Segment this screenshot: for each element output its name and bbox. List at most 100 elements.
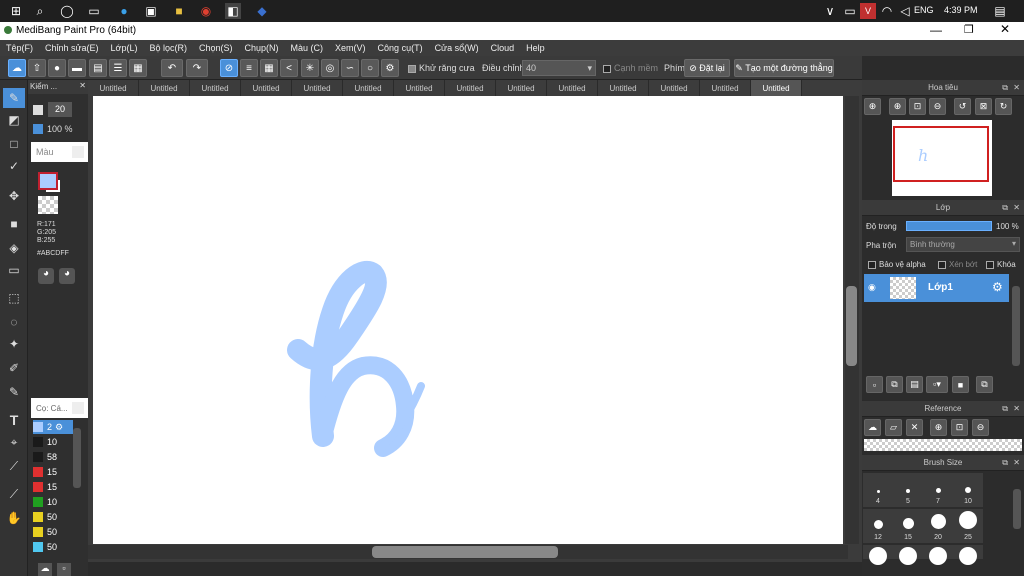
- protect-alpha-checkbox[interactable]: Bảo vệ alpha: [868, 260, 926, 269]
- menu-edit[interactable]: Chỉnh sửa(E): [39, 43, 105, 53]
- chat-icon[interactable]: ●: [48, 59, 66, 77]
- folder-icon[interactable]: ■: [952, 376, 969, 393]
- close-icon[interactable]: ✕: [1013, 458, 1020, 467]
- gear-icon[interactable]: ⚙: [992, 280, 1003, 294]
- operation-tool-icon[interactable]: ⌖: [3, 432, 25, 452]
- palette-icon[interactable]: ◕: [38, 268, 54, 284]
- horizontal-scrollbar-thumb[interactable]: [372, 546, 558, 558]
- brush-size-option[interactable]: [953, 545, 983, 565]
- gear-icon[interactable]: ⚙: [55, 422, 63, 433]
- new-brush-icon[interactable]: ▫: [57, 563, 71, 576]
- menu-view[interactable]: Xem(V): [329, 43, 372, 53]
- close-icon[interactable]: ✕: [79, 81, 86, 90]
- brush-list-item[interactable]: 10: [33, 495, 73, 509]
- document-tab[interactable]: Untitled: [394, 80, 445, 96]
- brush-list-item[interactable]: 50: [33, 525, 73, 539]
- brush-size-option[interactable]: 10: [953, 473, 983, 507]
- copy-layer-icon[interactable]: ⧉: [886, 376, 903, 393]
- blend-mode-dropdown[interactable]: Bình thường ▾: [906, 237, 1020, 252]
- canh-mem-checkbox[interactable]: Cạnh mềm: [603, 63, 658, 73]
- brush-size-option[interactable]: 15: [893, 509, 923, 543]
- select-rect-tool-icon[interactable]: ⬚: [3, 288, 25, 308]
- duplicate-icon[interactable]: ⧉: [976, 376, 993, 393]
- select-eraser-tool-icon[interactable]: ✎: [3, 382, 25, 402]
- cloud-brush-icon[interactable]: ☁: [38, 563, 52, 576]
- concentric-icon[interactable]: ◎: [321, 59, 339, 77]
- document-tab[interactable]: Untitled: [292, 80, 343, 96]
- bucket-tool-icon[interactable]: ◈: [3, 238, 25, 258]
- correction-dropdown[interactable]: 40 ▾: [522, 60, 596, 76]
- add-layer-menu-icon[interactable]: ▫▾: [926, 376, 948, 393]
- brush-size-option[interactable]: 20: [923, 509, 953, 543]
- text-tool-icon[interactable]: T: [3, 410, 25, 430]
- menu-tools[interactable]: Công cụ(T): [372, 43, 429, 53]
- radial-snap-icon[interactable]: <: [280, 59, 298, 77]
- upload-icon[interactable]: ⇧: [28, 59, 46, 77]
- document-tab[interactable]: Untitled: [343, 80, 394, 96]
- brush-list-item[interactable]: 50: [33, 510, 73, 524]
- lasso-tool-icon[interactable]: ◌: [3, 312, 25, 332]
- lock-checkbox[interactable]: Khóa: [986, 260, 1016, 269]
- brush-list-item[interactable]: 15: [33, 465, 73, 479]
- brush-list-item[interactable]: 15: [33, 480, 73, 494]
- layer-scrollbar[interactable]: [1012, 286, 1020, 366]
- notification-icon[interactable]: ▤: [992, 3, 1008, 19]
- edge-icon[interactable]: ●: [116, 3, 132, 19]
- redo-icon[interactable]: ↷: [186, 59, 208, 77]
- task-view-icon[interactable]: ▭: [86, 3, 102, 19]
- popout-icon[interactable]: ⧉: [1002, 83, 1008, 93]
- store-icon[interactable]: ▣: [143, 3, 159, 19]
- menu-color[interactable]: Màu (C): [285, 43, 330, 53]
- dot-tool-icon[interactable]: □: [3, 134, 25, 154]
- ellipse-snap-icon[interactable]: ○: [361, 59, 379, 77]
- document-tab[interactable]: Untitled: [241, 80, 292, 96]
- primary-color-swatch[interactable]: [38, 172, 58, 190]
- brush-list-item[interactable]: 10: [33, 435, 73, 449]
- search-icon[interactable]: ⌕: [32, 3, 48, 19]
- menu-select[interactable]: Chọn(S): [193, 43, 239, 53]
- gradient-tool-icon[interactable]: ▭: [3, 260, 25, 280]
- divide-tool-icon[interactable]: ⟋: [3, 456, 25, 476]
- popout-icon[interactable]: ⧉: [1002, 404, 1008, 414]
- brush-size-option[interactable]: 25: [953, 509, 983, 543]
- menu-help[interactable]: Help: [520, 43, 551, 53]
- brush-tool-icon[interactable]: ✎: [3, 88, 25, 108]
- hex-value[interactable]: #ABCDFF: [37, 250, 69, 257]
- cloud-save-icon[interactable]: ☁: [8, 59, 26, 77]
- brush-list-scrollbar[interactable]: [73, 428, 81, 488]
- language-indicator[interactable]: ENG: [914, 5, 934, 15]
- document-tab[interactable]: Untitled: [88, 80, 139, 96]
- clock[interactable]: 4:39 PM: [944, 5, 978, 15]
- document-tab[interactable]: Untitled: [547, 80, 598, 96]
- brush-list-item[interactable]: 50: [33, 540, 73, 554]
- eyedropper-tool-icon[interactable]: ⟋: [3, 484, 25, 504]
- brush-size-option[interactable]: 12: [863, 509, 893, 543]
- flip-icon[interactable]: ⊠: [975, 98, 992, 115]
- reset-button[interactable]: ⊘ Đặt lại: [684, 59, 730, 77]
- brush-size-option[interactable]: 7: [923, 473, 953, 507]
- brush-list-item[interactable]: 2 ⚙: [33, 420, 73, 434]
- brush-size-input[interactable]: 20: [48, 102, 72, 117]
- marker-tool-icon[interactable]: ✓: [3, 156, 25, 176]
- rotate-left-icon[interactable]: ↺: [954, 98, 971, 115]
- color-menu-icon[interactable]: [72, 146, 84, 158]
- settings-snap-icon[interactable]: ⚙: [381, 59, 399, 77]
- minimize-icon[interactable]: —: [930, 23, 942, 37]
- cloud-download-icon[interactable]: ☁: [864, 419, 881, 436]
- brush-list-item[interactable]: 58: [33, 450, 73, 464]
- zoom-in-icon[interactable]: ⊕: [930, 419, 947, 436]
- hand-tool-icon[interactable]: ✋: [3, 508, 25, 528]
- move-tool-icon[interactable]: ✥: [3, 186, 25, 206]
- fit-icon[interactable]: ⊡: [909, 98, 926, 115]
- volume-icon[interactable]: ◁: [897, 3, 913, 19]
- brush-size-option[interactable]: 5: [893, 473, 923, 507]
- eye-icon[interactable]: ◉: [868, 282, 876, 293]
- transparent-color-swatch[interactable]: [38, 196, 58, 214]
- brush-size-option[interactable]: [923, 545, 953, 565]
- undo-icon[interactable]: ↶: [161, 59, 183, 77]
- radial-line-icon[interactable]: ✳: [301, 59, 319, 77]
- eraser-tool-icon[interactable]: ◩: [3, 110, 25, 130]
- list-icon[interactable]: ☰: [109, 59, 127, 77]
- maximize-icon[interactable]: ❐: [964, 23, 974, 36]
- navigator-preview[interactable]: h: [892, 120, 992, 196]
